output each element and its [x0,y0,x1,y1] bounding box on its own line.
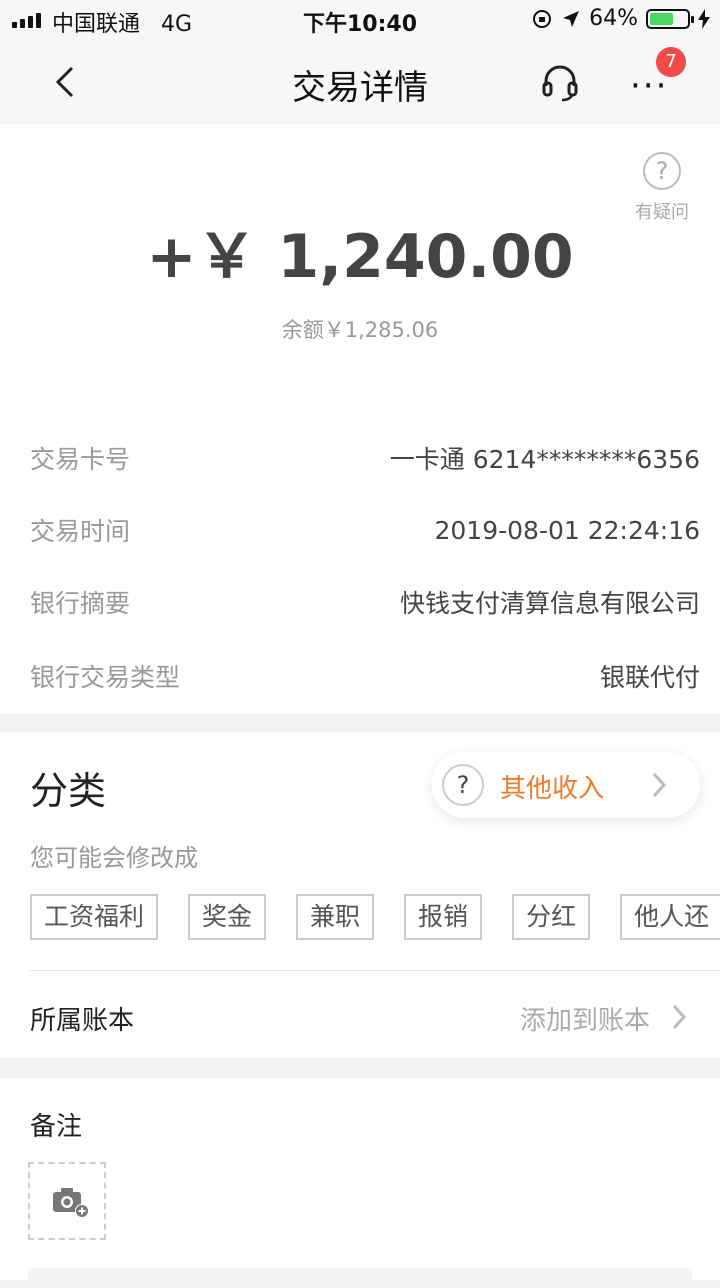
remark-input[interactable] [28,1268,692,1288]
detail-row-summary: 银行摘要 快钱支付清算信息有限公司 [30,582,700,622]
ledger-action: 添加到账本 [519,1006,650,1036]
suggestion-chip[interactable]: 报销 [404,894,483,940]
question-icon: ? [442,764,484,806]
transaction-amount: +￥ 1,240.00 [146,222,574,292]
detail-value: 一卡通 6214********6356 [389,445,700,474]
detail-row-time: 交易时间 2019-08-01 22:24:16 [30,510,700,550]
nav-bar: 交易详情 ··· 7 [0,40,720,124]
rotation-lock-icon [533,9,552,28]
camera-add-icon [53,1188,89,1218]
detail-label: 银行交易类型 [30,663,181,692]
suggestion-chips: 工资福利 奖金 兼职 报销 分红 他人还 [30,894,720,940]
balance-text: 余额￥1,285.06 [281,318,439,342]
category-card: 分类 ? 其他收入 您可能会修改成 工资福利 奖金 兼职 报销 分红 他人还 所… [0,732,720,1058]
suggestion-hint: 您可能会修改成 [30,844,198,872]
chevron-right-icon [652,772,667,798]
question-icon: ? [643,152,681,190]
suggestion-chip[interactable]: 兼职 [296,894,375,940]
suggestion-chip[interactable]: 奖金 [188,894,267,940]
detail-label: 交易卡号 [30,445,131,474]
detail-value: 银联代付 [599,663,700,692]
divider [30,970,720,971]
headset-icon[interactable] [540,62,580,102]
detail-label: 银行摘要 [30,589,131,618]
page-title: 交易详情 [292,68,428,108]
suggestion-chip[interactable]: 工资福利 [30,894,159,940]
suggestion-chip[interactable]: 分红 [512,894,591,940]
transaction-card: ? 有疑问 +￥ 1,240.00 余额￥1,285.06 交易卡号 一卡通 6… [0,124,720,714]
ledger-label: 所属账本 [30,1006,135,1036]
ledger-row[interactable]: 所属账本 添加到账本 [30,996,690,1040]
category-selector[interactable]: ? 其他收入 [432,752,700,818]
remark-label: 备注 [30,1112,83,1142]
category-title: 分类 [30,769,107,813]
battery-percent: 64% [589,6,638,31]
status-right: 64% [531,6,710,31]
battery-icon [646,8,694,29]
detail-label: 交易时间 [30,517,131,546]
detail-value: 快钱支付清算信息有限公司 [399,589,700,618]
remark-card: 备注 [0,1078,720,1288]
add-photo-button[interactable] [28,1162,106,1240]
charging-icon [698,8,710,29]
suggestion-chip[interactable]: 他人还 [620,894,720,940]
location-arrow-icon [563,10,580,27]
detail-row-type: 银行交易类型 银联代付 [30,656,700,696]
chevron-right-icon [672,1004,687,1030]
current-category: 其他收入 [500,774,605,804]
detail-row-card: 交易卡号 一卡通 6214********6356 [30,438,700,478]
detail-value: 2019-08-01 22:24:16 [434,515,700,545]
status-bar: 中国联通 4G 下午10:40 64% [0,0,720,40]
notification-badge: 7 [656,47,686,77]
battery-level [650,12,674,25]
